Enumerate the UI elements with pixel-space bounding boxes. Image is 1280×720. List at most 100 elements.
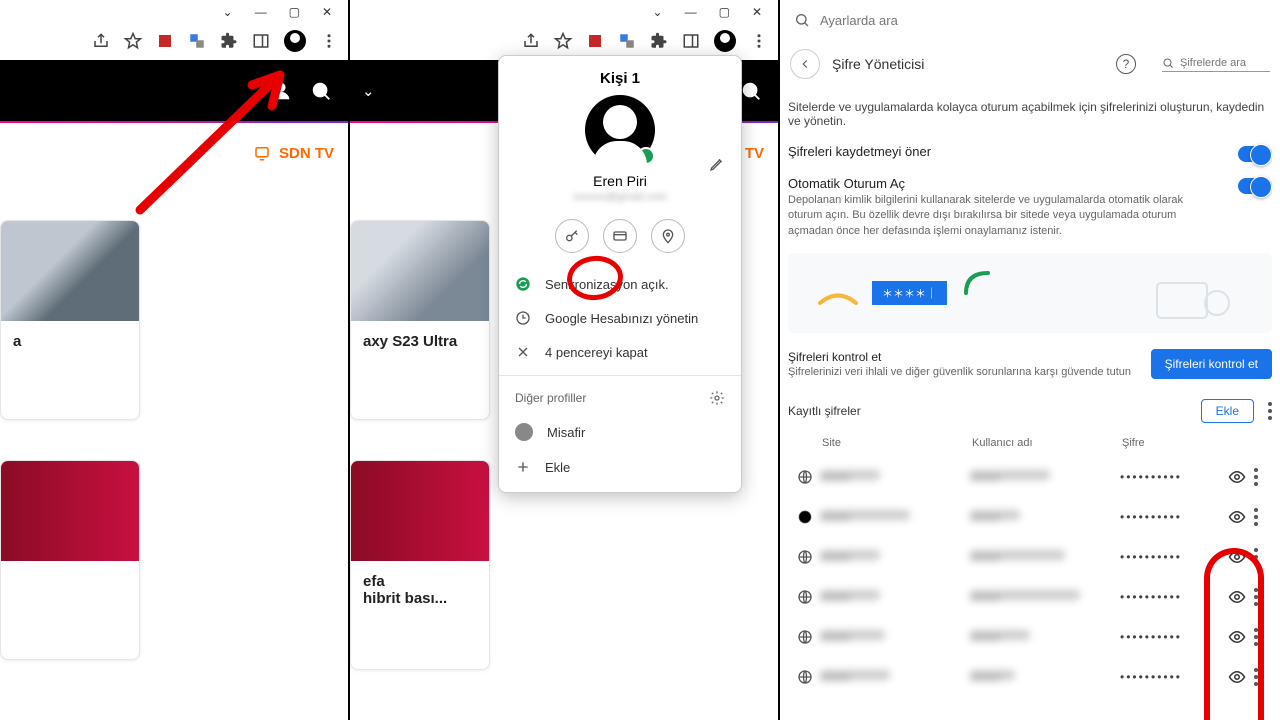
close-icon[interactable]: ✕ [752, 5, 762, 19]
check-passwords-button[interactable]: Şifreleri kontrol et [1151, 349, 1272, 379]
password-row[interactable]: xxxxx xxxxx •••••••••• [788, 457, 1272, 497]
add-profile-row[interactable]: Ekle [499, 450, 741, 484]
star-icon[interactable] [554, 32, 572, 50]
password-search-input[interactable] [1180, 57, 1270, 69]
extensions-puzzle-icon[interactable] [220, 32, 238, 50]
person-outline-icon[interactable] [270, 80, 292, 102]
browser-toolbar [522, 30, 768, 52]
profile-avatar-icon[interactable] [714, 30, 736, 52]
card-title [1, 561, 139, 585]
edit-pencil-icon[interactable] [709, 156, 725, 177]
minimize-icon[interactable]: — [255, 5, 267, 19]
article-card[interactable]: axy S23 Ultra [350, 220, 490, 420]
panel-2-profile-popup: ⌄ — ▢ ✕ ⌄ [350, 0, 780, 720]
share-icon[interactable] [522, 32, 540, 50]
sdn-tv-tab[interactable]: SDN TV [253, 144, 334, 162]
add-password-button[interactable]: Ekle [1201, 399, 1254, 423]
search-icon[interactable] [740, 80, 762, 102]
translate-icon[interactable] [618, 32, 636, 50]
password-row[interactable]: xxxxx xxxxx •••••••••• [788, 577, 1272, 617]
password-row[interactable]: xxxxx xxxxx •••••••••• [788, 497, 1272, 537]
chevron-down-icon[interactable]: ⌄ [223, 5, 233, 19]
article-card[interactable]: efa hibrit bası... [350, 460, 490, 670]
gear-icon[interactable] [709, 390, 725, 406]
nav-menu-item[interactable]: ⌄ [362, 82, 375, 100]
site-tabbar: SDN TV [0, 130, 348, 176]
minimize-icon[interactable]: — [685, 5, 697, 19]
password-search[interactable] [1162, 57, 1270, 72]
site-cell: xxxxx [820, 550, 880, 560]
col-password: Şifre [1122, 437, 1238, 449]
auto-signin-desc: Depolanan kimlik bilgilerini kullanarak … [788, 193, 1188, 239]
password-manager-body: Sitelerde ve uygulamalarda kolayca oturu… [788, 100, 1272, 720]
extensions-puzzle-icon[interactable] [650, 32, 668, 50]
user-cell: xxxxx [970, 470, 1050, 480]
close-windows-row[interactable]: 4 pencereyi kapat [499, 335, 741, 369]
settings-search-input[interactable] [820, 13, 1266, 28]
profile-avatar-icon[interactable] [284, 30, 306, 52]
card-thumbnail [351, 461, 489, 561]
sdn-tv-label: SDN TV [279, 145, 334, 162]
row-more-icon[interactable] [1254, 468, 1270, 486]
close-windows-label: 4 pencereyi kapat [545, 345, 648, 360]
site-header-black [0, 60, 348, 122]
maximize-icon[interactable]: ▢ [289, 5, 300, 19]
maximize-icon[interactable]: ▢ [719, 5, 730, 19]
globe-icon [790, 669, 820, 685]
kebab-menu-icon[interactable] [320, 32, 338, 50]
back-arrow-icon[interactable] [790, 49, 820, 79]
extension-red-icon[interactable] [586, 32, 604, 50]
password-manager-header: Şifre Yöneticisi ? [780, 48, 1280, 80]
more-menu-icon[interactable] [1268, 402, 1272, 420]
translate-icon[interactable] [188, 32, 206, 50]
card-thumbnail [351, 221, 489, 321]
close-icon[interactable]: ✕ [322, 5, 332, 19]
chevron-down-icon[interactable]: ⌄ [653, 5, 663, 19]
page-title: Şifre Yöneticisi [832, 56, 924, 72]
panel-1-browser-arrow: ⌄ — ▢ ✕ SDN TV a [0, 0, 350, 720]
auto-signin-toggle[interactable] [1238, 178, 1272, 194]
auto-signin-label: Otomatik Oturum Aç [788, 176, 1188, 191]
manage-google-account[interactable]: Google Hesabınızı yönetin [499, 301, 741, 335]
offer-save-toggle[interactable] [1238, 146, 1272, 162]
show-password-eye-icon[interactable] [1220, 468, 1254, 486]
add-profile-label: Ekle [545, 460, 570, 475]
profile-popup: Kişi 1 Eren Piri xxxxxx@gmail.com Senkro… [498, 55, 742, 493]
offer-save-row: Şifreleri kaydetmeyi öner [788, 144, 1272, 162]
side-panel-icon[interactable] [682, 32, 700, 50]
popup-avatar [585, 95, 655, 165]
star-icon[interactable] [124, 32, 142, 50]
kebab-menu-icon[interactable] [750, 32, 768, 50]
other-profiles-header: Diğer profiller [499, 382, 741, 414]
password-row[interactable]: xxxxx xxxxx •••••••••• [788, 537, 1272, 577]
settings-search-bar[interactable] [780, 0, 1280, 40]
check-desc: Şifrelerinizi veri ihlali ve diğer güven… [788, 366, 1131, 378]
article-card[interactable] [0, 460, 140, 660]
card-title: a [1, 321, 139, 362]
article-card[interactable]: a [0, 220, 140, 420]
col-site: Site [822, 437, 972, 449]
payment-card-icon[interactable] [603, 219, 637, 253]
popup-title: Kişi 1 [499, 56, 741, 95]
address-pin-icon[interactable] [651, 219, 685, 253]
guest-profile-row[interactable]: Misafir [499, 414, 741, 450]
user-cell: xxxxx [970, 670, 1015, 680]
password-row[interactable]: xxxxx xxxxx •••••••••• [788, 657, 1272, 697]
site-favicon-icon [790, 509, 820, 525]
globe-icon [790, 629, 820, 645]
show-password-eye-icon[interactable] [1220, 508, 1254, 526]
password-key-icon[interactable] [555, 219, 589, 253]
share-icon[interactable] [92, 32, 110, 50]
side-panel-icon[interactable] [252, 32, 270, 50]
extension-red-icon[interactable] [156, 32, 174, 50]
user-cell: xxxxx [970, 510, 1020, 520]
card-title: axy S23 Ultra [351, 321, 489, 362]
popup-user-email: xxxxxx@gmail.com [499, 191, 741, 203]
password-illustration: ＊＊＊＊｜ [788, 253, 1272, 333]
password-row[interactable]: xxxxx xxxxx •••••••••• [788, 617, 1272, 657]
help-icon[interactable]: ? [1116, 54, 1136, 74]
annotation-red-circle-eyes [1204, 548, 1264, 720]
guest-label: Misafir [547, 425, 585, 440]
row-more-icon[interactable] [1254, 508, 1270, 526]
search-icon[interactable] [310, 80, 332, 102]
